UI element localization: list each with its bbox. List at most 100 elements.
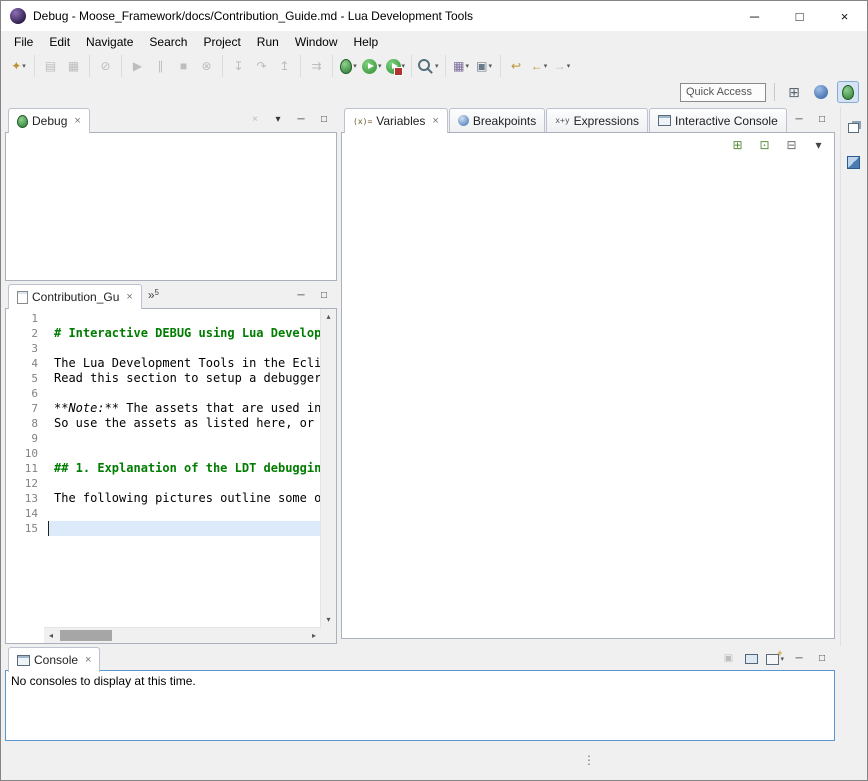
- close-icon[interactable]: ×: [432, 115, 438, 127]
- code-line[interactable]: 5Read this section to setup a debugger: [6, 371, 321, 386]
- scrollbar-thumb[interactable]: [60, 630, 112, 641]
- tab-expressions[interactable]: x+yExpressions: [546, 108, 648, 132]
- minimize-button[interactable]: ─: [789, 650, 809, 668]
- restore-minimized-view-button[interactable]: [842, 117, 865, 139]
- code-line[interactable]: 14: [6, 506, 321, 521]
- menu-window[interactable]: Window: [287, 32, 346, 52]
- open-console-button[interactable]: ▾: [764, 650, 786, 668]
- dropdown-arrow-icon[interactable]: ▾: [465, 62, 469, 70]
- code-line[interactable]: 6: [6, 386, 321, 401]
- dropdown-arrow-icon[interactable]: ▾: [567, 62, 571, 70]
- code-line[interactable]: 7**Note:** The assets that are used in: [6, 401, 321, 416]
- show-logical-structure-button[interactable]: ⊞: [726, 134, 749, 156]
- minimize-button[interactable]: ─: [291, 111, 311, 129]
- code-line[interactable]: 3: [6, 341, 321, 356]
- menu-navigate[interactable]: Navigate: [78, 32, 141, 52]
- maximize-button[interactable]: □: [314, 287, 334, 305]
- open-perspective-button[interactable]: ⊞: [783, 81, 805, 103]
- pin-editor-button[interactable]: ▣▾: [473, 55, 496, 77]
- minimize-button[interactable]: ─: [789, 111, 809, 129]
- run-button[interactable]: ▾: [360, 55, 384, 77]
- save-all-button[interactable]: ▦: [62, 55, 85, 77]
- dropdown-arrow-icon[interactable]: ▾: [378, 62, 382, 70]
- skip-all-breakpoints-button[interactable]: ⊘: [94, 55, 117, 77]
- close-icon[interactable]: ×: [126, 291, 132, 303]
- suspend-button[interactable]: ∥: [149, 55, 172, 77]
- new-button[interactable]: ✦▾: [7, 55, 30, 77]
- collapse-all-button[interactable]: ⊟: [780, 134, 803, 156]
- code-line[interactable]: 8So use the assets as listed here, or: [6, 416, 321, 431]
- save-button[interactable]: ▤: [39, 55, 62, 77]
- code-line[interactable]: 12: [6, 476, 321, 491]
- resize-grip[interactable]: ⋮: [583, 753, 595, 767]
- lua-perspective-button[interactable]: [810, 81, 832, 103]
- step-return-button[interactable]: ↥: [273, 55, 296, 77]
- dropdown-arrow-icon[interactable]: ▾: [544, 62, 548, 70]
- search-button[interactable]: ▾: [416, 55, 441, 77]
- maximize-button[interactable]: □: [812, 111, 832, 129]
- scroll-left-icon[interactable]: ◂: [46, 631, 56, 641]
- tab-variables[interactable]: (x)=Variables×: [344, 108, 448, 133]
- code-line[interactable]: 9: [6, 431, 321, 446]
- editor-vertical-scrollbar[interactable]: ▴ ▾: [320, 309, 336, 628]
- save-icon: ▤: [45, 60, 56, 72]
- external-tools-button[interactable]: ▾: [384, 55, 408, 77]
- tab-contribution-guide[interactable]: Contribution_Gu ×: [8, 284, 142, 309]
- view-menu-button[interactable]: ▾: [268, 111, 288, 129]
- code-line[interactable]: 10: [6, 446, 321, 461]
- scroll-down-icon[interactable]: ▾: [321, 615, 336, 625]
- forward-button[interactable]: →▾: [551, 55, 574, 77]
- menu-help[interactable]: Help: [346, 32, 387, 52]
- open-element-button[interactable]: ▦▾: [450, 55, 473, 77]
- minimize-button[interactable]: ─: [291, 287, 311, 305]
- code-line[interactable]: 2# Interactive DEBUG using Lua Develop: [6, 326, 321, 341]
- view-menu-button[interactable]: ▾: [807, 134, 830, 156]
- minimized-view-stack-button[interactable]: [842, 151, 865, 173]
- tab-interactive-console[interactable]: Interactive Console: [649, 108, 787, 132]
- editor-lines[interactable]: 12# Interactive DEBUG using Lua Develop3…: [6, 309, 321, 628]
- tab-console[interactable]: Console ×: [8, 647, 100, 672]
- use-step-filters-button[interactable]: ⇉: [305, 55, 328, 77]
- close-icon[interactable]: ×: [74, 115, 80, 127]
- maximize-button[interactable]: □: [314, 111, 334, 129]
- scroll-right-icon[interactable]: ▸: [309, 631, 319, 641]
- menu-file[interactable]: File: [6, 32, 41, 52]
- tab-debug[interactable]: Debug ×: [8, 108, 90, 133]
- code-line[interactable]: 11## 1. Explanation of the LDT debuggin: [6, 461, 321, 476]
- window-close-button[interactable]: ×: [822, 1, 867, 31]
- dropdown-arrow-icon[interactable]: ▾: [488, 62, 492, 70]
- step-into-button[interactable]: ↧: [227, 55, 250, 77]
- scroll-up-icon[interactable]: ▴: [321, 312, 336, 322]
- dropdown-arrow-icon[interactable]: ▾: [435, 62, 439, 70]
- debug-button[interactable]: ▾: [337, 55, 360, 77]
- code-line[interactable]: 13The following pictures outline some o: [6, 491, 321, 506]
- show-type-names-button[interactable]: ⊡: [753, 134, 776, 156]
- code-line[interactable]: 15: [6, 521, 321, 536]
- remove-all-terminated-button[interactable]: ×: [245, 111, 265, 129]
- debug-perspective-button[interactable]: [837, 81, 859, 103]
- menu-project[interactable]: Project: [195, 32, 248, 52]
- maximize-button[interactable]: □: [812, 650, 832, 668]
- dropdown-arrow-icon[interactable]: ▾: [22, 62, 26, 70]
- editor-tab-overflow-button[interactable]: »5: [143, 288, 164, 308]
- editor-horizontal-scrollbar[interactable]: ◂ ▸: [44, 627, 321, 643]
- back-button[interactable]: ←▾: [528, 55, 551, 77]
- menu-run[interactable]: Run: [249, 32, 287, 52]
- resume-button[interactable]: ▶: [126, 55, 149, 77]
- window-minimize-button[interactable]: ─: [732, 1, 777, 31]
- disconnect-button[interactable]: ⊗: [195, 55, 218, 77]
- code-line[interactable]: 4The Lua Development Tools in the Ecli: [6, 356, 321, 371]
- window-maximize-button[interactable]: □: [777, 1, 822, 31]
- terminate-button[interactable]: ■: [172, 55, 195, 77]
- close-icon[interactable]: ×: [85, 654, 91, 666]
- dropdown-arrow-icon[interactable]: ▾: [353, 62, 357, 70]
- last-edit-location-button[interactable]: ↩: [505, 55, 528, 77]
- code-line[interactable]: 1: [6, 311, 321, 326]
- step-over-button[interactable]: ↷: [250, 55, 273, 77]
- pin-console-button[interactable]: ▣: [718, 650, 738, 668]
- quick-access-input[interactable]: [680, 83, 766, 102]
- display-selected-console-button[interactable]: [741, 650, 761, 668]
- menu-edit[interactable]: Edit: [41, 32, 78, 52]
- menu-search[interactable]: Search: [141, 32, 195, 52]
- tab-breakpoints[interactable]: Breakpoints: [449, 108, 545, 132]
